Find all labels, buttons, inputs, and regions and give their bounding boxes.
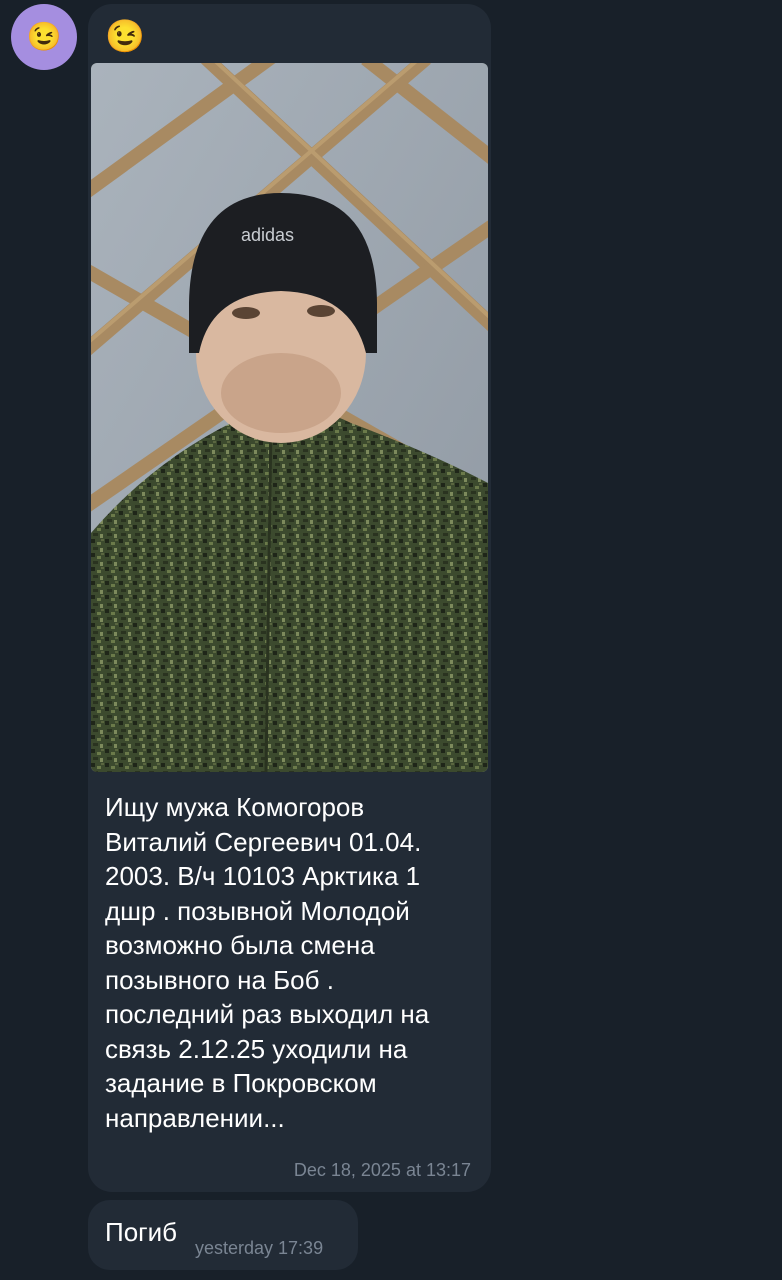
message-photo[interactable]: adidas: [91, 63, 488, 772]
winking-face-emoji-icon: 😉: [26, 21, 62, 52]
winking-face-emoji-icon: 😉: [105, 18, 145, 54]
message-text: Погиб: [105, 1217, 178, 1247]
photo-soldier-selfie-icon: adidas: [91, 63, 488, 772]
message-bubble[interactable]: Погиб yesterday 17:39: [88, 1200, 358, 1270]
hat-logo-text: adidas: [241, 225, 294, 245]
message-bubble[interactable]: 😉 adidas Ищу мужа Комогоров Виталий Серг…: [88, 4, 491, 1192]
message-timestamp: yesterday 17:39: [195, 1238, 324, 1258]
sender-avatar[interactable]: 😉: [11, 4, 77, 70]
message-text: Ищу мужа Комогоров Виталий Сергеевич 01.…: [105, 792, 430, 1133]
message-timestamp: Dec 18, 2025 at 13:17: [293, 1160, 471, 1180]
